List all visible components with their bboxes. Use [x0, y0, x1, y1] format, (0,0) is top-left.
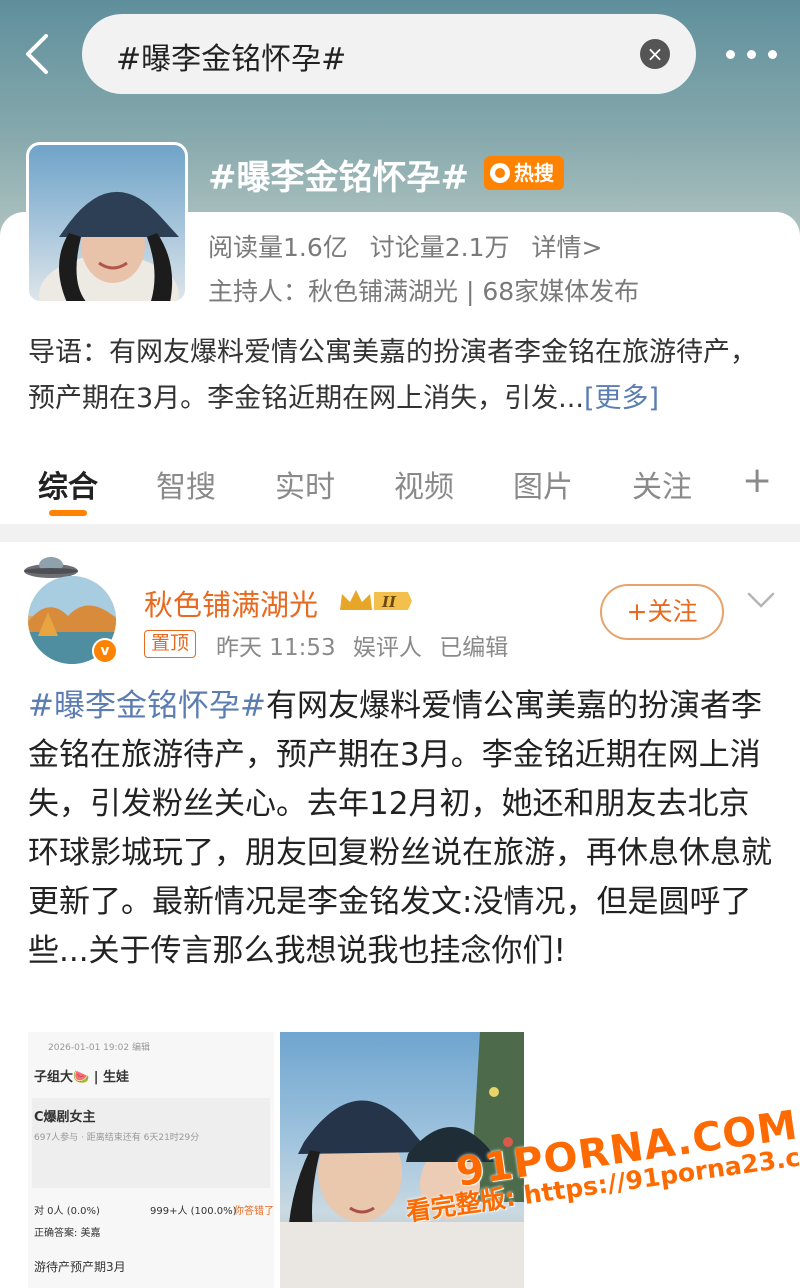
close-icon: ×: [646, 42, 664, 66]
image-option-left: 对 0人 (0.0%): [34, 1206, 100, 1217]
section-divider: [0, 524, 800, 542]
tab-video[interactable]: 视频: [394, 462, 454, 506]
tab-images[interactable]: 图片: [513, 462, 573, 506]
clear-search-button[interactable]: ×: [640, 39, 670, 69]
details-link[interactable]: 详情>: [531, 233, 602, 262]
topic-title: #曝李金铭怀孕#: [208, 158, 469, 198]
image-footer-text: 游待产预产期3月: [34, 1260, 126, 1274]
top-bar: #曝李金铭怀孕# ×: [0, 14, 800, 94]
post-hashtag-link[interactable]: #曝李金铭怀孕#: [28, 688, 266, 724]
tab-smart-search[interactable]: 智搜: [156, 462, 216, 506]
image-option-action: 你答错了: [234, 1206, 274, 1217]
topic-host-line: 主持人：秋色铺满湖光 | 68家媒体发布: [208, 277, 640, 306]
verified-badge-icon: v: [92, 638, 118, 664]
discussion-count: 讨论量2.1万: [369, 233, 510, 262]
post-image-screenshot[interactable]: 2026-01-01 19:02 编辑 子组大🍉 | 生娃 C爆剧女主 697人…: [28, 1032, 274, 1288]
post-text: #曝李金铭怀孕#有网友爆料爱情公寓美嘉的扮演者李金铭在旅游待产，预产期在3月。李…: [28, 688, 772, 969]
search-input[interactable]: #曝李金铭怀孕# ×: [82, 14, 696, 94]
topic-intro: 导语：有网友爆料爱情公寓美嘉的扮演者李金铭在旅游待产，预产期在3月。李金铭近期在…: [28, 337, 757, 414]
image-option-right: 999+人 (100.0%): [150, 1206, 237, 1217]
image-date-text: 2026-01-01 19:02 编辑: [48, 1043, 150, 1053]
image-line-1: 子组大🍉 | 生娃: [34, 1070, 129, 1085]
author-role: 娱评人: [352, 635, 422, 661]
author-name[interactable]: 秋色铺满湖光: [144, 582, 318, 624]
post-meta: 昨天 11:53 娱评人 已编辑: [216, 628, 518, 662]
member-crown-icon: II: [340, 590, 412, 611]
post-time: 昨天 11:53: [216, 635, 336, 661]
pinned-tag: 置顶: [144, 630, 197, 658]
image-line-2-sub: 697人参与 · 距离结束还有 6天21时29分: [34, 1133, 200, 1143]
hot-search-badge: 热搜: [484, 156, 564, 190]
topic-stats: 阅读量1.6亿 讨论量2.1万 详情>: [208, 228, 616, 264]
search-query-text: #曝李金铭怀孕#: [116, 42, 347, 77]
back-button[interactable]: [18, 30, 62, 78]
level-badge-text: II: [381, 593, 397, 611]
hot-icon: [490, 163, 510, 183]
tab-bar: 综合 智搜 实时 视频 图片 关注 +: [0, 458, 800, 518]
topic-photo: [39, 191, 179, 301]
active-tab-indicator: [49, 510, 87, 516]
intro-more-link[interactable]: [更多]: [584, 383, 659, 414]
edited-label: 已编辑: [439, 635, 509, 661]
follow-button[interactable]: +关注: [600, 584, 724, 640]
image-line-2: C爆剧女主: [34, 1110, 96, 1125]
topic-cover-image[interactable]: [26, 142, 188, 304]
tab-realtime[interactable]: 实时: [275, 462, 335, 506]
image-answer: 正确答案: 美嘉: [34, 1228, 101, 1239]
tab-comprehensive[interactable]: 综合: [38, 462, 98, 506]
tab-following[interactable]: 关注: [632, 462, 692, 506]
chevron-down-icon[interactable]: [746, 590, 776, 610]
add-tab-button[interactable]: +: [742, 460, 772, 501]
more-options-button[interactable]: [724, 36, 780, 72]
read-count: 阅读量1.6亿: [208, 233, 348, 262]
back-arrow-icon: [26, 34, 48, 74]
more-dots-icon: [726, 50, 735, 59]
